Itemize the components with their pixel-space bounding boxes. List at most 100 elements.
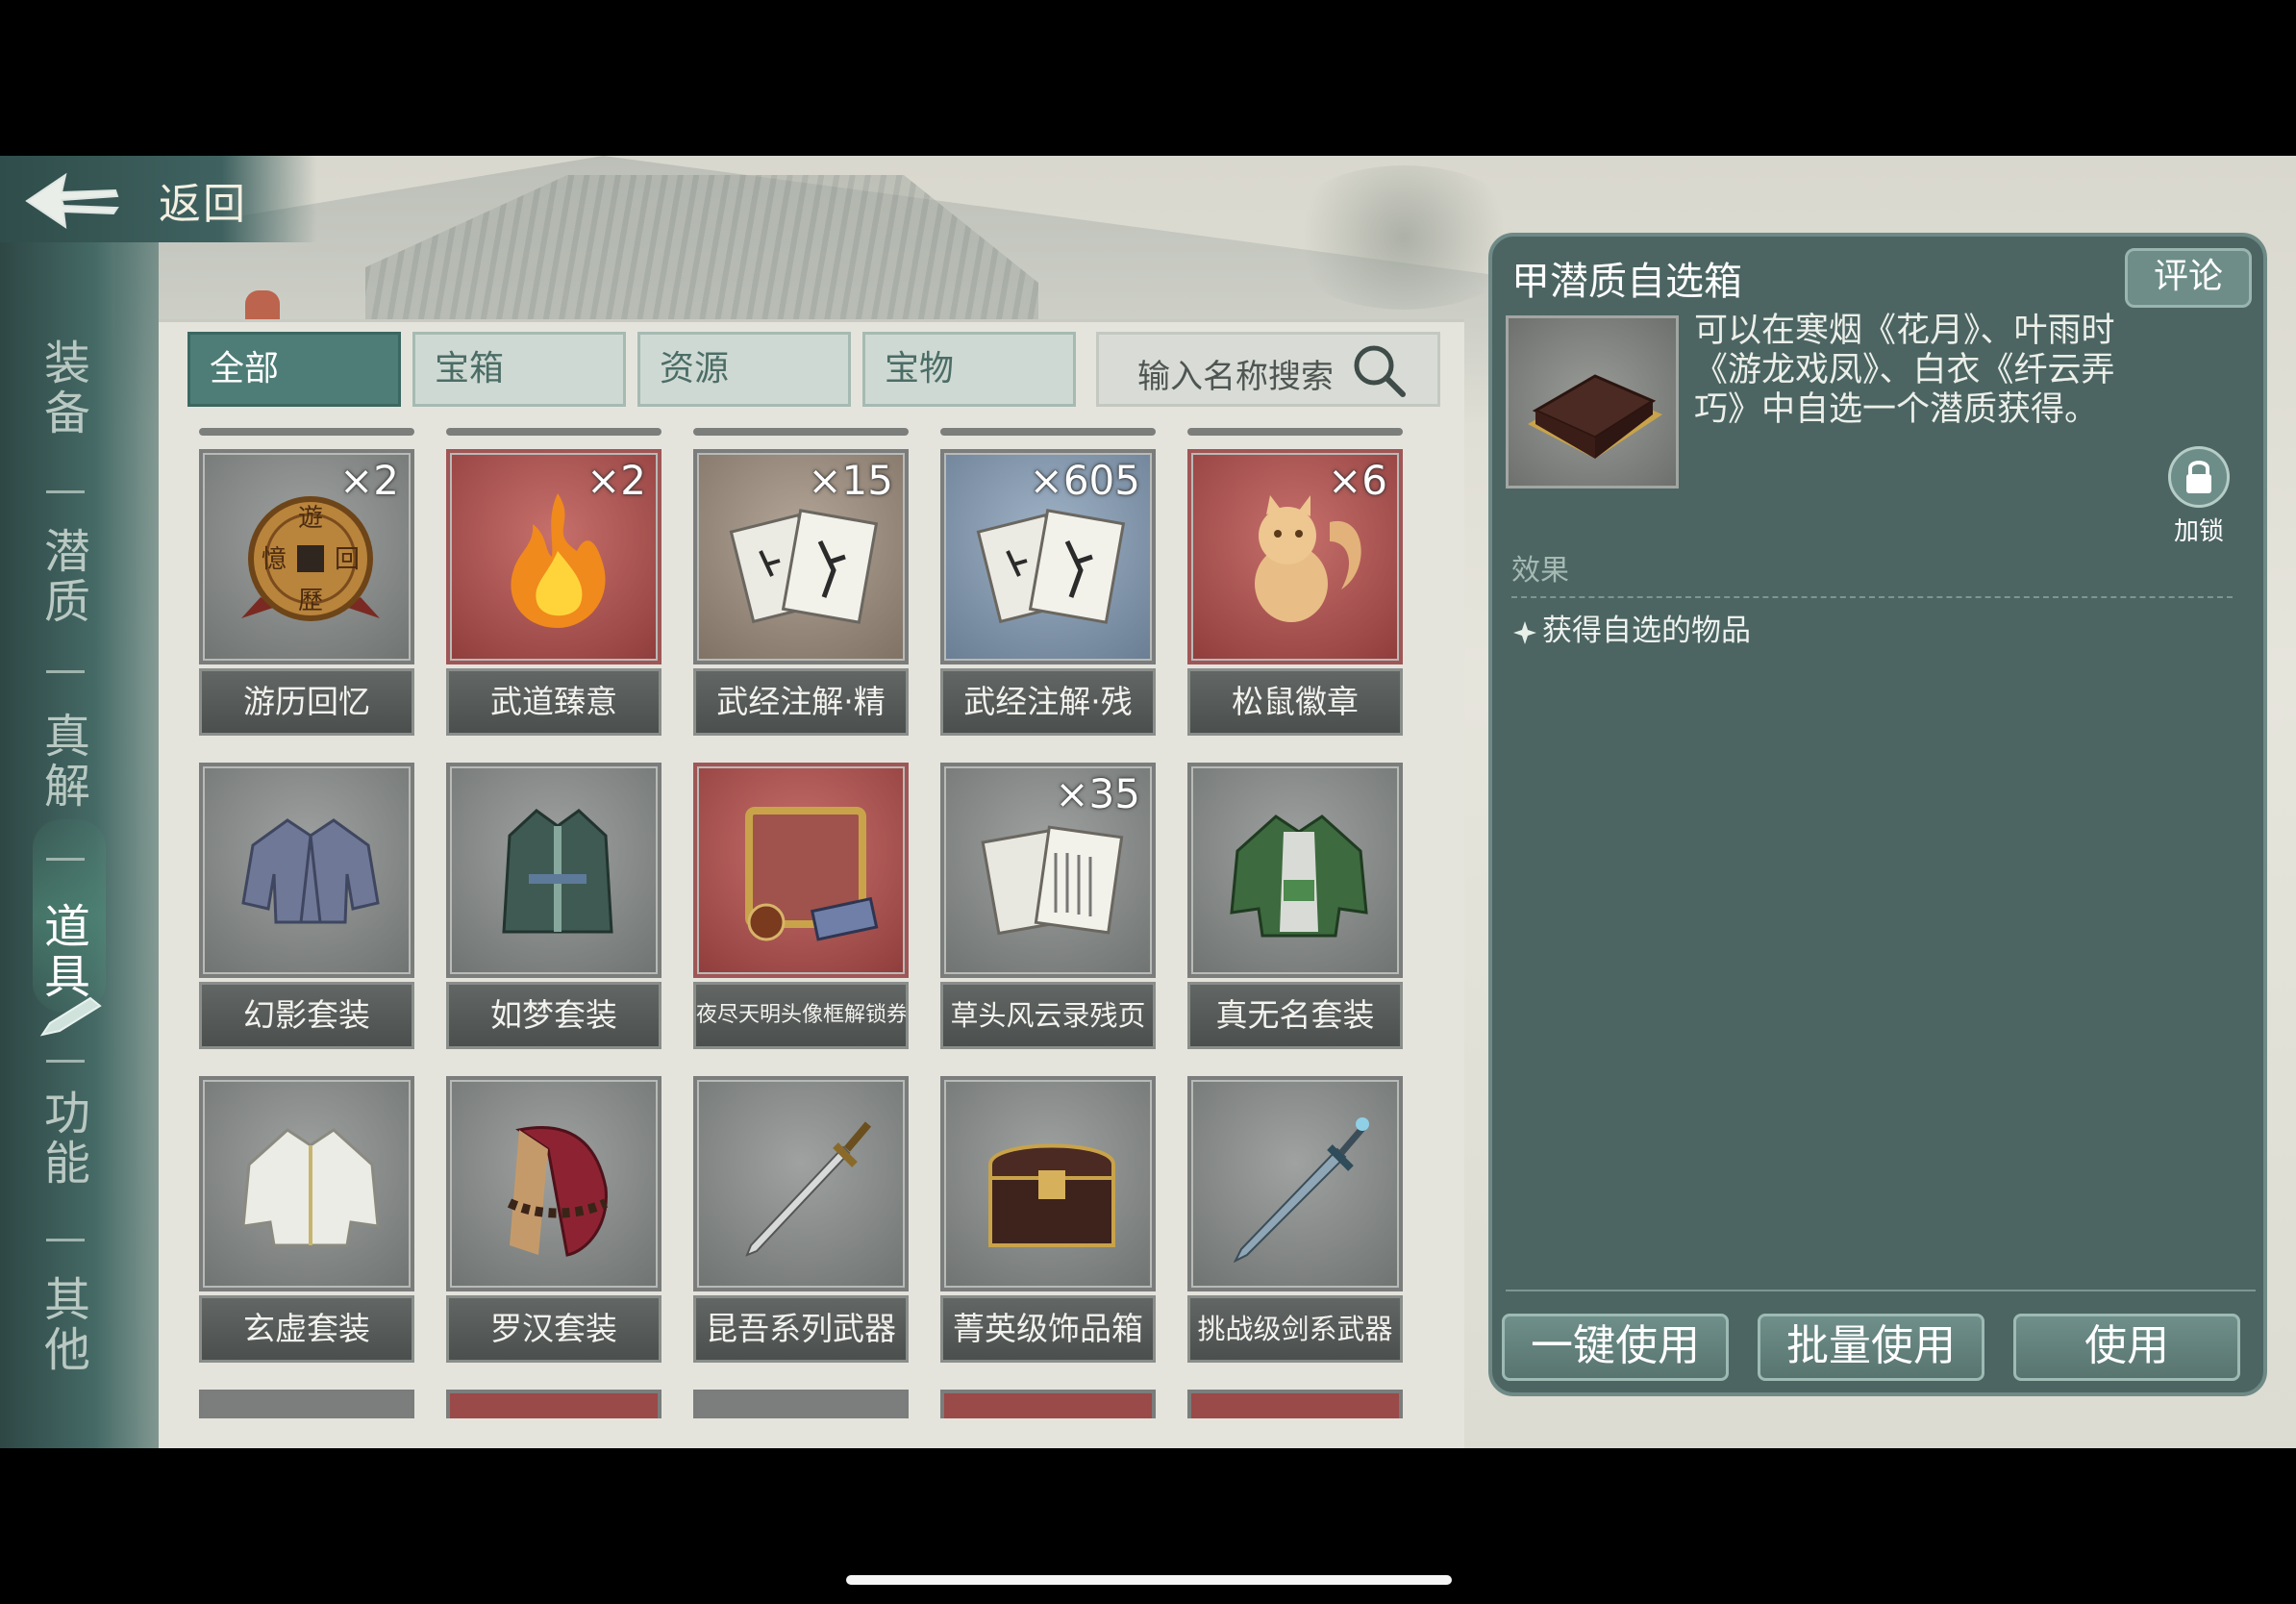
coin-icon: 遊 憶 回 歷 (241, 496, 380, 621)
item-name: 玄虚套装 (199, 1295, 414, 1363)
comment-button[interactable]: 评论 (2125, 248, 2252, 308)
item-count: ×605 (1029, 457, 1140, 504)
search-input[interactable]: 输入名称搜索 (1137, 350, 1334, 397)
tab-chest[interactable]: 宝箱 (412, 332, 626, 407)
back-label[interactable]: 返回 (159, 169, 247, 231)
back-arrow-icon[interactable] (19, 167, 125, 235)
item-slot-partial[interactable] (693, 1390, 909, 1418)
item-slot[interactable] (693, 1076, 909, 1291)
item-name: 夜尽天明头像框解锁券 (693, 982, 909, 1049)
item-slot[interactable] (940, 1076, 1156, 1291)
item-card[interactable]: ×15 武经注解·精 (693, 449, 909, 742)
rail-item-equipment[interactable]: 装备 (38, 338, 96, 439)
item-slot[interactable] (693, 763, 909, 978)
rail-item-props[interactable]: 道具 (38, 902, 96, 1002)
item-card[interactable]: 玄虚套装 (199, 1076, 414, 1369)
item-count: ×2 (586, 457, 646, 504)
item-name: 松鼠徽章 (1187, 668, 1403, 736)
search-box[interactable]: 输入名称搜索 (1096, 332, 1440, 407)
tab-all[interactable]: 全部 (187, 332, 401, 407)
sword-icon (745, 1121, 872, 1257)
batch-use-button[interactable]: 批量使用 (1758, 1314, 1984, 1381)
item-card[interactable]: 挑战级剑系武器 (1187, 1076, 1403, 1369)
item-card[interactable]: ×2 武道臻意 (446, 449, 661, 742)
item-card[interactable]: 菁英级饰品箱 (940, 1076, 1156, 1369)
search-icon[interactable] (1349, 340, 1409, 400)
item-slot[interactable]: ×6 (1187, 449, 1403, 664)
rail-item-other[interactable]: 其他 (38, 1275, 96, 1375)
item-card[interactable]: 如梦套装 (446, 763, 661, 1056)
item-card[interactable]: 罗汉套装 (446, 1076, 661, 1369)
tab-treasure[interactable]: 宝物 (862, 332, 1076, 407)
item-slot[interactable]: ×35 (940, 763, 1156, 978)
rail-separator (46, 1239, 85, 1241)
item-slot-partial[interactable] (940, 1390, 1156, 1418)
squirrel-badge-icon (1255, 495, 1361, 622)
rail-separator (46, 670, 85, 673)
item-slot[interactable]: ×2 (446, 449, 661, 664)
svg-text:回: 回 (335, 545, 360, 574)
svg-text:遊: 遊 (298, 504, 323, 533)
back-bar[interactable]: 返回 (0, 156, 317, 242)
item-card[interactable]: ×605 武经注解·残 (940, 449, 1156, 742)
detail-thumbnail (1506, 315, 1679, 489)
item-slot[interactable]: 遊 憶 回 歷 ×2 (199, 449, 414, 664)
item-name: 如梦套装 (446, 982, 661, 1049)
item-card[interactable]: 真无名套装 (1187, 763, 1403, 1056)
home-indicator[interactable] (846, 1575, 1452, 1585)
item-card[interactable]: ×35 草头风云录残页 (940, 763, 1156, 1056)
rail-item-true-solution[interactable]: 真解 (38, 712, 96, 812)
avatar-frame-icon (745, 807, 879, 941)
robe-icon (241, 1128, 380, 1247)
effect-divider (1511, 596, 2233, 598)
rail-item-potential[interactable]: 潜质 (38, 527, 96, 627)
item-slot-partial[interactable] (1187, 1390, 1403, 1418)
item-slot[interactable] (446, 1076, 661, 1291)
lock-icon[interactable] (2168, 446, 2230, 508)
robe-icon (1230, 815, 1368, 938)
flame-icon (511, 493, 606, 628)
one-click-use-button[interactable]: 一键使用 (1502, 1314, 1729, 1381)
item-name: 挑战级剑系武器 (1187, 1295, 1403, 1363)
item-card[interactable]: 幻影套装 (199, 763, 414, 1056)
robe-icon (241, 818, 380, 924)
item-card[interactable]: 夜尽天明头像框解锁券 (693, 763, 909, 1056)
inventory-panel: 全部 宝箱 资源 宝物 输入名称搜索 遊 憶 回 歷 ×2 游历回忆 ×2 武道… (159, 319, 1464, 1448)
item-slot[interactable] (199, 763, 414, 978)
item-name: 草头风云录残页 (940, 982, 1156, 1049)
item-name: 武经注解·精 (693, 668, 909, 736)
item-slot-partial[interactable] (446, 1390, 661, 1418)
item-count: ×35 (1055, 770, 1140, 817)
svg-text:憶: 憶 (262, 545, 287, 574)
robe-icon (507, 1126, 609, 1257)
item-slot[interactable] (199, 1076, 414, 1291)
sword-icon (1233, 1117, 1369, 1264)
scroll-icon (976, 509, 1126, 624)
chest-icon (988, 1143, 1115, 1247)
item-slot[interactable] (1187, 1076, 1403, 1291)
scroll-icon (729, 509, 879, 624)
brush-icon (39, 996, 102, 1037)
item-slot[interactable] (1187, 763, 1403, 978)
item-card[interactable]: 昆吾系列武器 (693, 1076, 909, 1369)
robe-icon (502, 809, 613, 934)
detail-title: 甲潜质自选箱 (1511, 260, 1742, 304)
item-name: 罗汉套装 (446, 1295, 661, 1363)
rail-separator (46, 1060, 85, 1063)
item-slot[interactable] (446, 763, 661, 978)
item-slot-partial[interactable] (199, 1390, 414, 1418)
item-slot[interactable]: ×15 (693, 449, 909, 664)
rail-separator (46, 858, 85, 861)
tab-resource[interactable]: 资源 (637, 332, 851, 407)
item-card[interactable]: 遊 憶 回 歷 ×2 游历回忆 (199, 449, 414, 742)
item-detail-panel: 甲潜质自选箱 评论 可以在寒烟《花月》、叶雨时《游龙戏凤》、白衣《纤云弄巧》中自… (1488, 233, 2267, 1396)
use-button[interactable]: 使用 (2013, 1314, 2240, 1381)
item-slot[interactable]: ×605 (940, 449, 1156, 664)
rail-item-function[interactable]: 功能 (38, 1089, 96, 1189)
lock-button[interactable]: 加锁 (2165, 446, 2233, 547)
lock-label: 加锁 (2173, 517, 2224, 546)
chest-icon (1528, 374, 1662, 459)
detail-description: 可以在寒烟《花月》、叶雨时《游龙戏凤》、白衣《纤云弄巧》中自选一个潜质获得。 (1694, 312, 2115, 429)
rail-separator (46, 490, 85, 493)
item-card[interactable]: ×6 松鼠徽章 (1187, 449, 1403, 742)
